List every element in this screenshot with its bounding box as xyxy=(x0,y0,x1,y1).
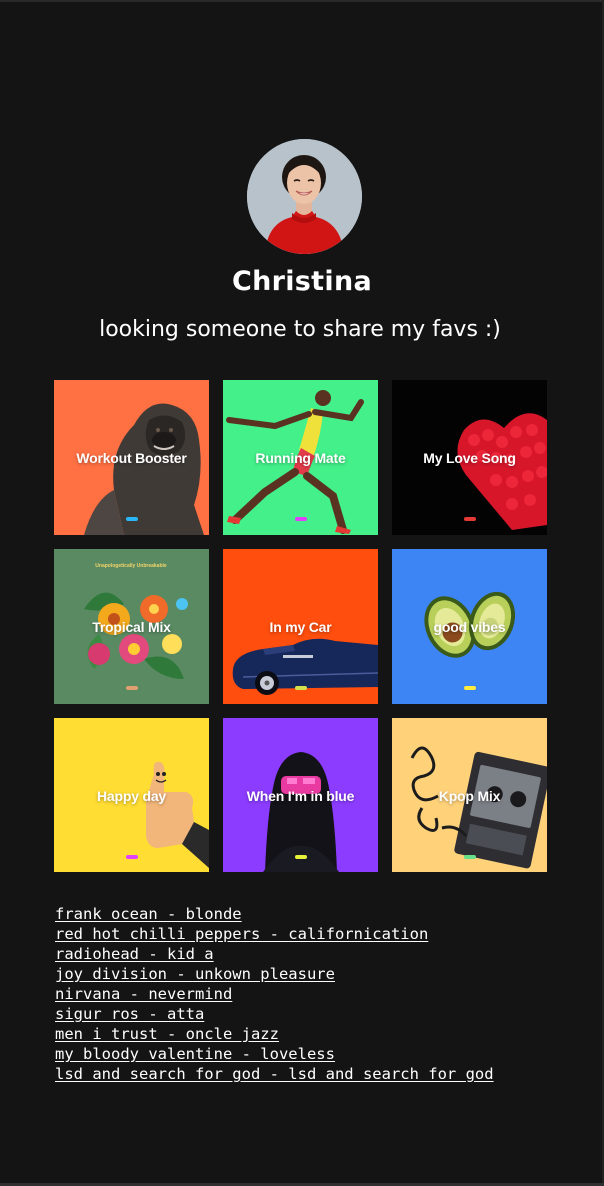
profile-name: Christina xyxy=(232,266,372,297)
playlist-grid: Workout Booster Running Mate My Love Son… xyxy=(54,380,547,872)
album-link[interactable]: men i trust - oncle jazz xyxy=(55,1024,494,1044)
playlist-title: Tropical Mix xyxy=(92,619,171,635)
profile-bio: looking someone to share my favs :) xyxy=(99,317,501,342)
playlist-tile-workout-booster[interactable]: Workout Booster xyxy=(54,380,209,535)
playlist-title: Running Mate xyxy=(255,450,346,466)
top-border xyxy=(0,0,604,2)
album-link[interactable]: nirvana - nevermind xyxy=(55,984,494,1004)
playlist-title: In my Car xyxy=(269,619,332,635)
album-link[interactable]: frank ocean - blonde xyxy=(55,904,494,924)
playlist-indicator xyxy=(126,517,138,521)
playlist-tile-tropical-mix[interactable]: Unapologetically Unbreakable Tropical Mi… xyxy=(54,549,209,704)
playlist-title: When I'm in blue xyxy=(246,788,355,804)
album-link[interactable]: lsd and search for god - lsd and search … xyxy=(55,1064,494,1084)
playlist-indicator xyxy=(464,517,476,521)
album-link[interactable]: my bloody valentine - loveless xyxy=(55,1044,494,1064)
album-link[interactable]: red hot chilli peppers - californication xyxy=(55,924,494,944)
playlist-tile-in-my-car[interactable]: In my Car xyxy=(223,549,378,704)
playlist-title: Workout Booster xyxy=(76,450,187,466)
playlist-title: My Love Song xyxy=(423,450,516,466)
playlist-tile-running-mate[interactable]: Running Mate xyxy=(223,380,378,535)
playlist-indicator xyxy=(295,686,307,690)
playlist-indicator xyxy=(126,855,138,859)
playlist-indicator xyxy=(295,855,307,859)
playlist-title: Kpop Mix xyxy=(438,788,501,804)
album-link[interactable]: radiohead - kid a xyxy=(55,944,494,964)
playlist-indicator xyxy=(464,686,476,690)
playlist-tile-happy-day[interactable]: Happy day xyxy=(54,718,209,872)
playlist-tile-good-vibes[interactable]: good vibes xyxy=(392,549,547,704)
playlist-indicator xyxy=(126,686,138,690)
playlist-tile-when-im-in-blue[interactable]: When I'm in blue xyxy=(223,718,378,872)
playlist-title: good vibes xyxy=(433,619,506,635)
playlist-indicator xyxy=(464,855,476,859)
tile-small-text: Unapologetically Unbreakable xyxy=(95,563,167,569)
playlist-tile-my-love-song[interactable]: My Love Song xyxy=(392,380,547,535)
album-link[interactable]: sigur ros - atta xyxy=(55,1004,494,1024)
playlist-indicator xyxy=(295,517,307,521)
playlist-title: Happy day xyxy=(97,788,166,804)
playlist-tile-kpop-mix[interactable]: Kpop Mix xyxy=(392,718,547,872)
album-links-list: frank ocean - blonde red hot chilli pepp… xyxy=(55,904,494,1084)
avatar xyxy=(247,139,362,254)
album-link[interactable]: joy division - unkown pleasure xyxy=(55,964,494,984)
